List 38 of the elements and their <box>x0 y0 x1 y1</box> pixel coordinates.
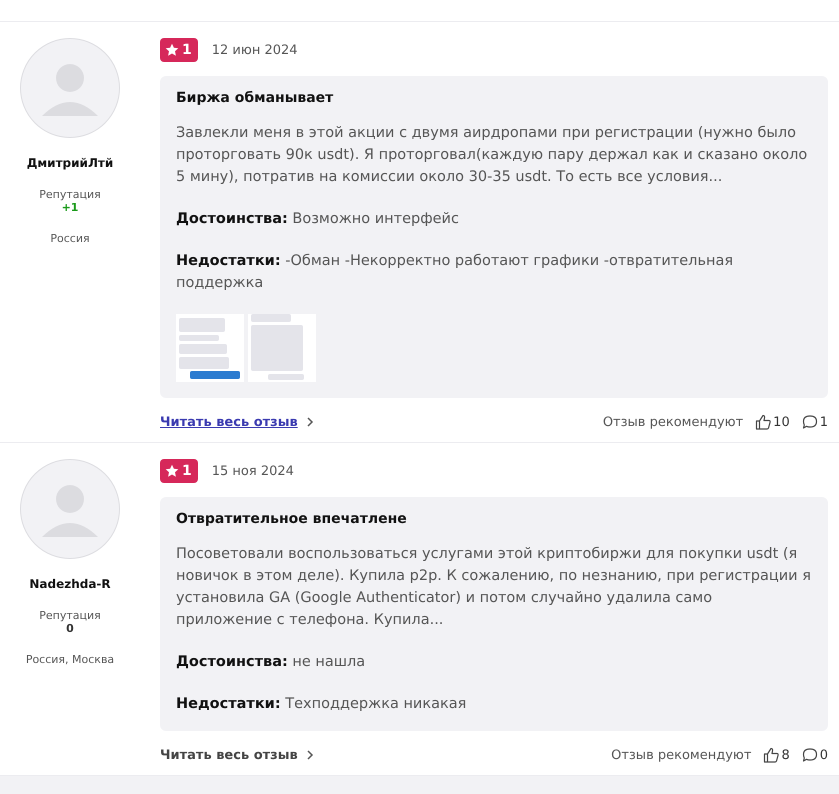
rating-badge: 1 <box>160 459 198 483</box>
review-date: 15 ноя 2024 <box>212 464 294 478</box>
rating-badge: 1 <box>160 38 198 62</box>
chevron-right-icon <box>306 750 314 760</box>
comment-icon <box>802 747 818 763</box>
avatar-icon <box>20 459 120 559</box>
reputation-value: +1 <box>62 201 78 214</box>
review-title: Отвратительное впечатлене <box>176 511 408 527</box>
cons-text: Недостатки: -Обман -Некорректно работают графики -отвратительная поддержка <box>176 252 734 293</box>
reputation-label: Репутация <box>39 609 101 622</box>
thumbs-up-icon <box>763 747 780 763</box>
pros-text: Достоинства: Возможно интерфейс <box>176 210 460 229</box>
comment-button[interactable]: 0 <box>802 747 828 763</box>
like-button[interactable]: 10 <box>755 414 790 430</box>
recommend-label: Отзыв рекомендуют <box>611 748 752 762</box>
location: Россия, Москва <box>26 653 114 666</box>
author-name[interactable]: ДмитрийЛтй <box>26 156 114 170</box>
comment-icon <box>802 414 818 430</box>
reputation-value: 0 <box>66 622 74 635</box>
recommend-label: Отзыв рекомендуют <box>602 414 744 430</box>
review-text: Посоветовали воспользоваться услугами этой криптобиржи для покупки usdt (я новичок в этом деле). Купила p2p. К сожалению, по незнанию, при регистрации я установила GA (Google Authenticator) и потом случайно удалила само приложение с телефона. Купила... <box>176 545 812 630</box>
author-name[interactable]: Nadezhda-R <box>29 577 111 591</box>
star-icon <box>165 43 179 57</box>
cons-text: Недостатки: Техподдержка никакая <box>176 695 468 714</box>
avatar-icon <box>20 38 120 138</box>
read-more-link[interactable]: Читать весь отзыв <box>160 414 314 430</box>
thumbs-up-icon <box>755 414 772 430</box>
reputation-label: Репутация <box>39 188 101 201</box>
review-date: 12 июн 2024 <box>212 42 298 58</box>
like-button[interactable]: 8 <box>763 747 790 763</box>
location: Россия <box>50 232 90 245</box>
review-title: Биржа обманывает <box>176 90 334 106</box>
comment-button[interactable]: 1 <box>802 414 828 430</box>
read-more-link[interactable]: Читать весь отзыв <box>160 748 314 762</box>
chevron-right-icon <box>306 417 314 427</box>
star-icon <box>165 464 179 478</box>
review-text: Завлекли меня в этой акции с двумя аирдропами при регистрации (нужно было проторговать 90к usdt). Я проторговал(каждую пару держал как и сказано около 5 мину), потратив на комиссии около 30-35 usdt. То есть все условия... <box>176 124 808 187</box>
pros-text: Достоинства: не нашла <box>176 653 366 672</box>
